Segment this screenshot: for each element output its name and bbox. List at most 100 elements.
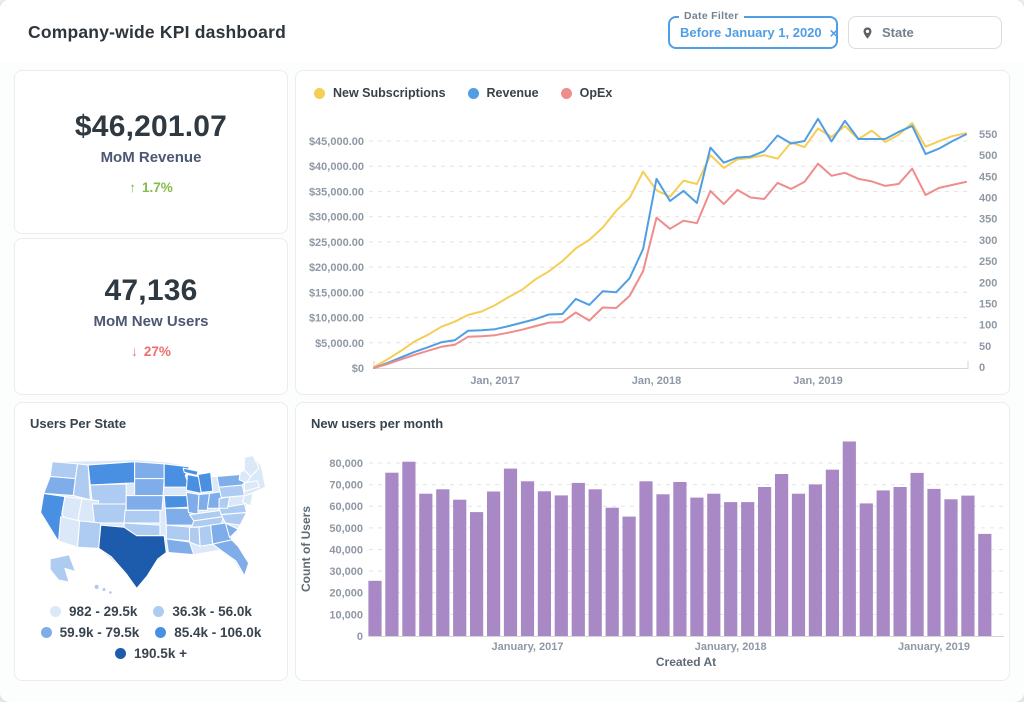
x-axis-label: Created At (656, 655, 716, 669)
svg-text:550: 550 (979, 129, 997, 141)
state-ne[interactable] (125, 495, 164, 511)
svg-text:50: 50 (979, 341, 991, 353)
bar-2016-04[interactable] (368, 580, 382, 636)
bar-2016-05[interactable] (385, 472, 399, 636)
bar-2018-07[interactable] (825, 469, 839, 636)
bar-2018-03[interactable] (758, 487, 772, 636)
state-az[interactable] (58, 516, 81, 548)
bar-2016-09[interactable] (453, 499, 467, 636)
bar-2018-01[interactable] (724, 502, 738, 636)
bar-2017-04[interactable] (571, 482, 585, 636)
bar-2017-06[interactable] (605, 507, 619, 636)
map-legend-item: 36.3k - 56.0k (153, 604, 252, 619)
kpi-trend-line-chart[interactable]: $0 $5,000.00 $10,000.00 $15,000.00 $20,000.0… (296, 71, 1009, 394)
bar-2018-05[interactable] (791, 493, 806, 636)
state-hi[interactable] (93, 583, 113, 595)
page-title: Company-wide KPI dashboard (28, 22, 287, 42)
series-line-revenue[interactable] (373, 117, 967, 369)
scorecard-mom-revenue[interactable]: $46,201.07 MoM Revenue ↑ 1.7% (14, 70, 288, 234)
bar-2017-11[interactable] (690, 497, 704, 636)
state-nm[interactable] (77, 520, 102, 549)
svg-text:100: 100 (979, 320, 997, 332)
bar-2016-10[interactable] (470, 512, 484, 636)
series-line-new-subscriptions[interactable] (373, 122, 967, 368)
bar-2018-08[interactable] (842, 441, 856, 637)
map-legend-item: 59.9k - 79.5k (40, 625, 140, 640)
state-filter[interactable]: State (848, 16, 1002, 49)
bar-2019-01[interactable] (927, 488, 941, 636)
svg-text:150: 150 (979, 298, 997, 310)
bar-2018-10[interactable] (876, 490, 890, 636)
svg-text:20,000: 20,000 (329, 588, 363, 600)
bar-2017-09[interactable] (656, 494, 670, 636)
svg-text:January, 2018: January, 2018 (695, 641, 767, 653)
bar-2018-04[interactable] (775, 474, 789, 636)
state-mn[interactable] (163, 463, 191, 488)
scorecard-mom-new-users[interactable]: 47,136 MoM New Users ↓ 27% (14, 238, 288, 395)
svg-text:$10,000.00: $10,000.00 (309, 313, 364, 325)
bar-2016-11[interactable] (487, 491, 501, 637)
state-fl[interactable] (212, 539, 250, 577)
state-nd[interactable] (134, 461, 165, 480)
state-sd[interactable] (134, 478, 165, 497)
svg-text:$15,000.00: $15,000.00 (309, 287, 364, 299)
state-co[interactable] (91, 503, 127, 524)
date-filter[interactable]: Date Filter Before January 1, 2020 × (668, 10, 838, 49)
svg-text:30,000: 30,000 (329, 566, 363, 578)
map-legend-label: 36.3k - 56.0k (172, 604, 252, 619)
state-ks[interactable] (123, 509, 161, 524)
bar-2017-08[interactable] (639, 481, 653, 636)
bar-2016-12[interactable] (503, 468, 518, 636)
state-wa[interactable] (49, 461, 79, 480)
bar-2019-02[interactable] (944, 499, 958, 636)
bar-2017-07[interactable] (622, 516, 636, 636)
series-line-opex[interactable] (373, 162, 967, 369)
bar-2017-10[interactable] (673, 482, 687, 636)
svg-text:300: 300 (979, 235, 997, 247)
bar-2017-03[interactable] (554, 495, 568, 636)
svg-text:0: 0 (357, 631, 363, 643)
mom-new-users-value: 47,136 (104, 274, 198, 307)
bar-2018-11[interactable] (893, 487, 907, 636)
dashboard-header: Company-wide KPI dashboard Date Filter B… (0, 0, 1024, 62)
state-ar[interactable] (165, 524, 193, 542)
svg-text:January, 2017: January, 2017 (492, 641, 564, 653)
state-il[interactable] (185, 491, 200, 516)
svg-text:$0: $0 (352, 363, 364, 375)
bar-2017-01[interactable] (520, 481, 535, 636)
svg-text:$35,000.00: $35,000.00 (309, 186, 364, 198)
bar-2016-06[interactable] (402, 461, 416, 636)
map-legend-label: 59.9k - 79.5k (59, 625, 140, 640)
state-wv[interactable] (218, 496, 231, 509)
users-per-state-card: Users Per State 982 - 29.5k 36.3k - 56.0k… (14, 402, 288, 681)
bar-2019-04[interactable] (978, 533, 992, 636)
bar-2018-09[interactable] (859, 503, 873, 636)
bar-2016-08[interactable] (436, 489, 450, 636)
bar-2018-12[interactable] (910, 472, 924, 636)
bar-2017-02[interactable] (537, 491, 551, 636)
bar-2019-03[interactable] (961, 495, 975, 636)
mom-new-users-label: MoM New Users (93, 313, 209, 330)
map-legend-label: 85.4k - 106.0k (174, 625, 262, 640)
map-legend-label: 982 - 29.5k (69, 604, 138, 619)
state-ia[interactable] (163, 495, 191, 509)
bars[interactable] (368, 441, 992, 637)
map-legend-dot-icon (153, 606, 165, 617)
svg-text:$5,000.00: $5,000.00 (315, 338, 364, 350)
svg-text:Jan, 2018: Jan, 2018 (632, 375, 682, 387)
date-filter-value[interactable]: Before January 1, 2020 (680, 25, 822, 40)
state-ak[interactable] (49, 554, 76, 583)
date-filter-label: Date Filter (679, 10, 744, 22)
us-choropleth-map[interactable] (29, 449, 274, 597)
bar-2017-12[interactable] (707, 493, 721, 636)
bar-2016-07[interactable] (419, 493, 433, 636)
location-pin-icon (863, 26, 872, 39)
state-or[interactable] (43, 476, 76, 497)
svg-text:$40,000.00: $40,000.00 (309, 161, 364, 173)
date-filter-clear-icon[interactable]: × (830, 26, 838, 40)
new-users-bar-chart[interactable]: 0 10,000 20,000 30,000 40,000 50,000 60,000 70,… (296, 403, 1009, 680)
bar-2018-06[interactable] (808, 484, 822, 636)
state-mt[interactable] (87, 461, 136, 486)
bar-2017-05[interactable] (588, 489, 602, 636)
bar-2018-02[interactable] (741, 502, 755, 636)
